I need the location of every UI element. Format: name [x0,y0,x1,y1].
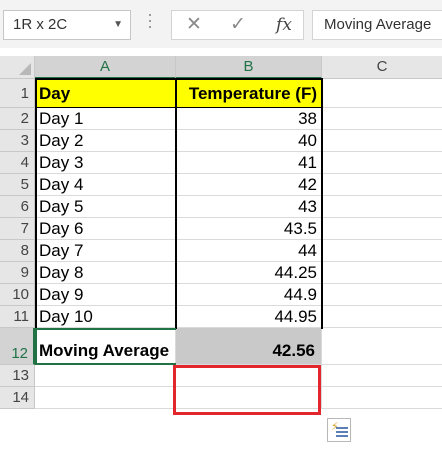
cell-c13[interactable] [322,365,442,387]
cell-c4[interactable] [322,152,442,174]
cell-b4[interactable]: 41 [176,152,322,174]
table-border-top [35,78,323,80]
column-header-b[interactable]: B [176,56,322,79]
cell-c12[interactable] [322,328,442,365]
row-header-6[interactable]: 6 [0,196,35,218]
cell-a12[interactable]: Moving Average [35,328,176,365]
row-header-4[interactable]: 4 [0,152,35,174]
highlight-box [173,365,321,415]
cell-a8[interactable]: Day 7 [35,240,176,262]
row-header-12-label: 12 [11,345,28,362]
cell-a6[interactable]: Day 5 [35,196,176,218]
cell-b6[interactable]: 43 [176,196,322,218]
cell-b1[interactable]: Temperature (F) [176,79,322,108]
row-header-10[interactable]: 10 [0,284,35,306]
cell-c5[interactable] [322,174,442,196]
chevron-down-icon[interactable]: ▼ [113,11,123,39]
cell-b2[interactable]: 38 [176,108,322,130]
selection-border-top [35,328,176,330]
row-header-3[interactable]: 3 [0,130,35,152]
cell-b10[interactable]: 44.9 [176,284,322,306]
row-header-5[interactable]: 5 [0,174,35,196]
cell-c11[interactable] [322,306,442,328]
cell-c2[interactable] [322,108,442,130]
cell-a1[interactable]: Day [35,79,176,108]
cell-b12[interactable]: 42.56 [176,328,322,365]
cell-b8[interactable]: 44 [176,240,322,262]
cell-b5[interactable]: 42 [176,174,322,196]
cell-a7[interactable]: Day 6 [35,218,176,240]
cell-c1[interactable] [322,79,442,108]
cell-c10[interactable] [322,284,442,306]
formula-buttons: ✕ ✓ fx [171,10,304,40]
name-box-value: 1R x 2C [13,16,68,33]
cell-c8[interactable] [322,240,442,262]
row-header-14[interactable]: 14 [0,387,35,409]
cell-c6[interactable] [322,196,442,218]
cell-b7[interactable]: 43.5 [176,218,322,240]
cell-a14[interactable] [35,387,176,409]
cell-c9[interactable] [322,262,442,284]
cell-a11[interactable]: Day 10 [35,306,176,328]
row-header-1[interactable]: 1 [0,79,35,108]
cell-c3[interactable] [322,130,442,152]
quick-analysis-icon[interactable]: ⚡ [327,418,351,442]
cell-a3[interactable]: Day 2 [35,130,176,152]
enter-icon[interactable]: ✓ [224,11,252,39]
cell-b9[interactable]: 44.25 [176,262,322,284]
column-header-a[interactable]: A [35,56,176,79]
cancel-icon[interactable]: ✕ [182,11,206,39]
name-box[interactable]: 1R x 2C ▼ [3,10,131,40]
cell-b12-text: 42.56 [272,341,315,360]
insert-function-button[interactable]: fx [270,11,298,39]
cell-a12-text: Moving Average [39,341,170,360]
header-border-bottom [35,107,323,108]
row-header-8[interactable]: 8 [0,240,35,262]
cell-c14[interactable] [322,387,442,409]
select-all-button[interactable] [0,56,35,79]
formula-input[interactable]: Moving Average [312,10,442,40]
cell-c7[interactable] [322,218,442,240]
cell-a10[interactable]: Day 9 [35,284,176,306]
drag-handle-icon[interactable] [148,14,152,36]
table-border-middle [175,78,177,329]
column-header-c[interactable]: C [322,56,442,79]
row-header-2[interactable]: 2 [0,108,35,130]
cell-a13[interactable] [35,365,176,387]
cell-b3[interactable]: 40 [176,130,322,152]
cell-a4[interactable]: Day 3 [35,152,176,174]
cell-a2[interactable]: Day 1 [35,108,176,130]
cell-a5[interactable]: Day 4 [35,174,176,196]
row-header-7[interactable]: 7 [0,218,35,240]
row-header-12[interactable]: 12 [0,328,35,365]
row-header-13[interactable]: 13 [0,365,35,387]
selection-border-bottom [35,363,176,365]
selection-border-left [35,328,37,365]
row-header-11[interactable]: 11 [0,306,35,328]
table-border-right [321,78,323,329]
row-header-9[interactable]: 9 [0,262,35,284]
table-border-left [35,78,37,329]
formula-bar: 1R x 2C ▼ ✕ ✓ fx Moving Average [0,0,442,48]
cell-b11[interactable]: 44.95 [176,306,322,328]
cell-a9[interactable]: Day 8 [35,262,176,284]
